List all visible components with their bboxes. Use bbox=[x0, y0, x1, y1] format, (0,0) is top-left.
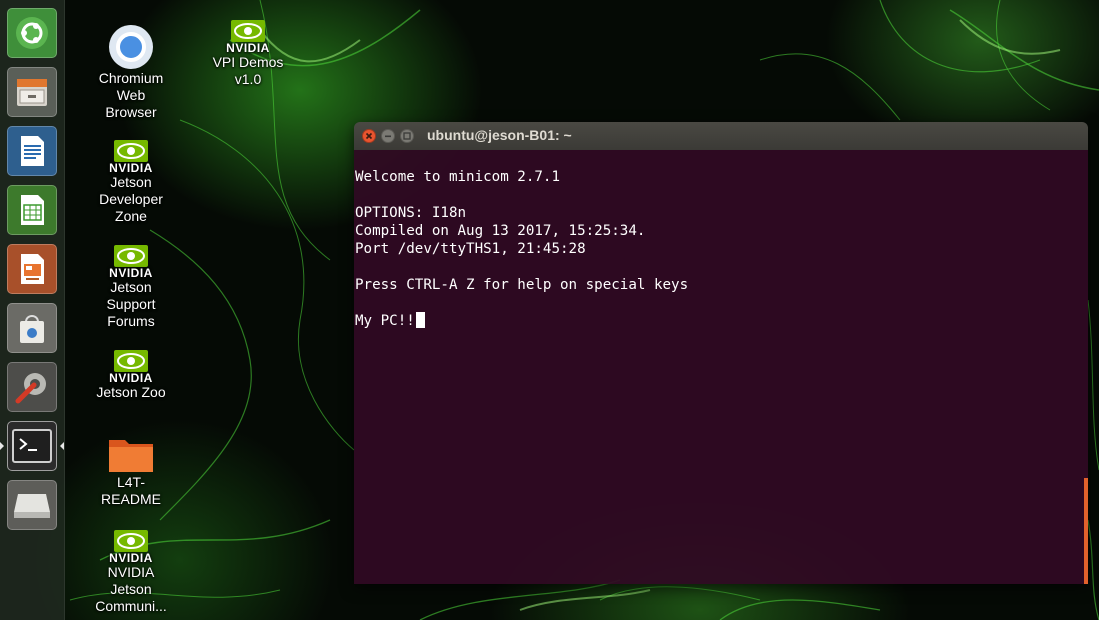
desktop-icon-label: Jetson bbox=[110, 581, 152, 597]
terminal-input-line: My PC!! bbox=[355, 312, 688, 330]
writer-document-icon bbox=[21, 136, 44, 166]
text-cursor bbox=[415, 312, 425, 328]
desktop-icon-label: Forums bbox=[107, 313, 155, 329]
file-cabinet-icon bbox=[17, 79, 47, 106]
window-title: ubuntu@jeson-B01: ~ bbox=[427, 127, 572, 143]
wrench-gear-icon bbox=[15, 373, 46, 404]
nvidia-eye-icon bbox=[114, 140, 148, 162]
nvidia-eye-icon bbox=[114, 350, 148, 372]
desktop-icon-label: Developer bbox=[99, 191, 163, 207]
nvidia-eye-icon bbox=[231, 20, 265, 42]
desktop-icon-label: Browser bbox=[105, 104, 157, 120]
terminal-input-text: My PC!! bbox=[355, 313, 415, 329]
orange-folder-icon bbox=[109, 440, 153, 472]
calc-spreadsheet-icon bbox=[21, 195, 44, 225]
launcher-impress-button[interactable] bbox=[7, 244, 57, 294]
drive-icon bbox=[14, 494, 50, 518]
launcher-terminal-button[interactable] bbox=[7, 421, 57, 471]
desktop-icon-label: Jetson bbox=[110, 279, 152, 295]
desktop-icon-vpi-demos[interactable]: NVIDIA VPI Demos v1.0 bbox=[198, 20, 298, 88]
desktop-icon-label: Chromium bbox=[98, 70, 164, 86]
running-indicator bbox=[0, 442, 4, 450]
desktop-icon-jetson-developer-zone[interactable]: NVIDIA Jetson Developer Zone bbox=[81, 140, 181, 225]
desktop-icon-chromium[interactable]: Chromium Web Browser bbox=[81, 24, 181, 121]
terminal-line: Press CTRL-A Z for help on special keys bbox=[355, 277, 689, 293]
desktop-icon-label: README bbox=[101, 491, 161, 507]
launcher-writer-button[interactable] bbox=[7, 126, 57, 176]
shopping-bag-icon bbox=[20, 315, 44, 343]
desktop-icon-label: L4T- bbox=[116, 474, 145, 490]
nvidia-logo-text: NVIDIA bbox=[109, 551, 153, 565]
desktop-icon-label: VPI Demos bbox=[212, 54, 284, 70]
maximize-button[interactable] bbox=[400, 129, 414, 143]
terminal-line: OPTIONS: I18n bbox=[355, 205, 467, 221]
scrollbar[interactable] bbox=[1084, 478, 1088, 584]
desktop: Chromium Web Browser NVIDIA VPI Demos v1… bbox=[0, 0, 1099, 620]
desktop-icon-label: NVIDIA bbox=[107, 564, 155, 580]
launcher-settings-button[interactable] bbox=[7, 362, 57, 412]
launcher-calc-button[interactable] bbox=[7, 185, 57, 235]
desktop-icon-label: Web bbox=[116, 87, 146, 103]
terminal-window[interactable]: ubuntu@jeson-B01: ~ Welcome to minicom 2… bbox=[354, 122, 1088, 584]
terminal-line: Welcome to minicom 2.7.1 bbox=[355, 169, 560, 185]
desktop-icon-jetson-support-forums[interactable]: NVIDIA Jetson Support Forums bbox=[81, 245, 181, 330]
launcher-files-button[interactable] bbox=[7, 67, 57, 117]
launcher bbox=[0, 0, 65, 620]
desktop-icon-label: Communi... bbox=[95, 598, 167, 614]
desktop-icon-l4t-readme[interactable]: L4T- README bbox=[81, 434, 181, 508]
terminal-line: Compiled on Aug 13 2017, 15:25:34. bbox=[355, 223, 646, 239]
desktop-icon-label: v1.0 bbox=[234, 71, 262, 87]
desktop-icon-jetson-zoo[interactable]: NVIDIA Jetson Zoo bbox=[81, 350, 181, 401]
impress-presentation-icon bbox=[21, 254, 44, 284]
nvidia-logo-text: NVIDIA bbox=[109, 266, 153, 280]
desktop-icon-label: Jetson Zoo bbox=[96, 384, 166, 400]
nvidia-logo-text: NVIDIA bbox=[109, 371, 153, 385]
launcher-drive-button[interactable] bbox=[7, 480, 57, 530]
terminal-icon bbox=[12, 429, 52, 463]
terminal-output[interactable]: Welcome to minicom 2.7.1 OPTIONS: I18n Com… bbox=[354, 150, 1088, 584]
launcher-software-button[interactable] bbox=[7, 303, 57, 353]
desktop-icon-label: Support bbox=[106, 296, 156, 312]
nvidia-eye-icon bbox=[114, 530, 148, 552]
desktop-icon-label: Zone bbox=[115, 208, 147, 224]
focused-indicator bbox=[60, 442, 64, 450]
desktop-icon-label: Jetson bbox=[110, 174, 152, 190]
nvidia-logo-text: NVIDIA bbox=[109, 161, 153, 175]
maximize-icon bbox=[403, 132, 411, 140]
nvidia-logo-text: NVIDIA bbox=[226, 41, 270, 55]
nvidia-eye-icon bbox=[114, 245, 148, 267]
ubuntu-logo-icon bbox=[16, 17, 48, 49]
terminal-text: Welcome to minicom 2.7.1 OPTIONS: I18n Com… bbox=[355, 168, 688, 330]
desktop-icon-nvidia-jetson-community[interactable]: NVIDIA NVIDIA Jetson Communi... bbox=[81, 530, 181, 615]
terminal-line: Port /dev/ttyTHS1, 21:45:28 bbox=[355, 241, 586, 257]
chromium-icon bbox=[109, 25, 153, 69]
close-icon bbox=[365, 132, 373, 140]
launcher-dash-button[interactable] bbox=[7, 8, 57, 58]
window-titlebar[interactable]: ubuntu@jeson-B01: ~ bbox=[354, 122, 1088, 150]
close-button[interactable] bbox=[362, 129, 376, 143]
minimize-button[interactable] bbox=[381, 129, 395, 143]
minimize-icon bbox=[385, 135, 391, 138]
